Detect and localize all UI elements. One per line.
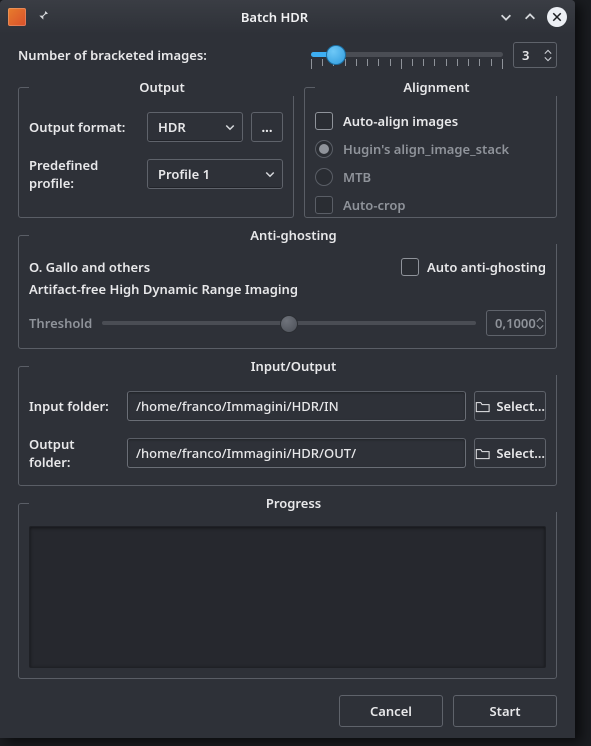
radio-icon [315,168,333,186]
alignment-legend: Alignment [315,78,558,96]
chevron-down-icon [224,121,236,133]
profile-value: Profile 1 [158,165,264,183]
profile-label: Predefined profile: [29,156,139,192]
threshold-slider [102,313,476,333]
antighosting-fieldset: Anti-ghosting O. Gallo and others Auto a… [18,226,557,349]
threshold-value: 0,1000 [495,314,536,332]
dialog-buttons: Cancel Start [18,695,557,727]
progress-fieldset: Progress [18,494,557,679]
io-fieldset: Input/Output Input folder: /home/franco/… [18,357,557,486]
profile-combo[interactable]: Profile 1 [147,159,283,189]
auto-align-option[interactable]: Auto-align images [315,112,546,130]
output-format-combo[interactable]: HDR [147,112,243,142]
titlebar: Batch HDR [0,0,575,34]
folder-icon [475,400,490,413]
hugin-option: Hugin's align_image_stack [315,140,546,158]
auto-crop-option: Auto-crop [315,196,546,214]
output-folder-label: Output folder: [29,435,119,471]
pin-icon[interactable] [34,7,50,27]
antighosting-subtitle: Artifact-free High Dynamic Range Imaging [29,280,546,298]
output-format-more-button[interactable]: ... [251,112,283,142]
expand-icon[interactable] [523,10,537,24]
auto-antighosting-option[interactable]: Auto anti-ghosting [401,258,546,276]
output-format-label: Output format: [29,118,139,136]
mtb-option: MTB [315,168,546,186]
alignment-fieldset: Alignment Auto-align images Hugin's alig… [304,78,557,218]
output-legend: Output [29,78,295,96]
brackets-label: Number of bracketed images: [18,46,207,64]
output-fieldset: Output Output format: HDR ... Predefined… [18,78,294,218]
checkbox-icon [315,112,333,130]
output-select-button[interactable]: Select... [474,438,546,468]
threshold-spin: 0,1000 [486,310,546,336]
cancel-button[interactable]: Cancel [339,695,443,727]
io-legend: Input/Output [29,357,558,375]
checkbox-icon [315,196,333,214]
start-button[interactable]: Start [453,695,557,727]
radio-icon [315,140,333,158]
output-folder-field[interactable]: /home/franco/Immagini/HDR/OUT/ [127,438,466,468]
input-folder-label: Input folder: [29,397,119,415]
close-button[interactable] [547,7,567,27]
collapse-icon[interactable] [499,10,513,24]
antighosting-author: O. Gallo and others [29,258,150,276]
input-select-button[interactable]: Select... [474,391,546,421]
antighosting-legend: Anti-ghosting [29,226,558,244]
folder-icon [475,447,490,460]
brackets-spin[interactable]: 3 [513,42,557,68]
brackets-value: 3 [522,46,544,64]
chevron-down-icon [264,168,276,180]
brackets-slider[interactable] [311,42,503,68]
checkbox-icon [401,258,419,276]
batch-hdr-window: Batch HDR Number of bracketed images: [0,0,575,738]
progress-log [29,526,546,668]
threshold-label: Threshold [29,314,92,332]
progress-legend: Progress [29,494,558,512]
window-title: Batch HDR [50,8,499,26]
app-icon [8,8,26,26]
output-format-value: HDR [158,118,224,136]
input-folder-field[interactable]: /home/franco/Immagini/HDR/IN [127,391,466,421]
brackets-row: Number of bracketed images: 3 [18,42,557,68]
